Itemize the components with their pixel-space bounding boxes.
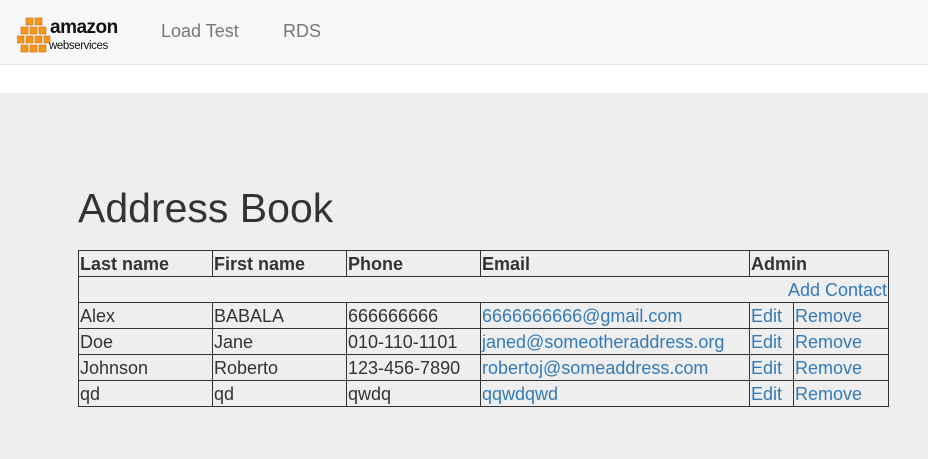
aws-logo[interactable]: amazon webservices bbox=[17, 16, 123, 58]
top-navbar: amazon webservices Load Test RDS bbox=[0, 0, 928, 65]
cell-email: qqwdqwd bbox=[480, 380, 750, 407]
cell-last-name: Doe bbox=[78, 328, 213, 355]
add-contact-link[interactable]: Add Contact bbox=[788, 280, 887, 300]
cell-email: janed@someotheraddress.org bbox=[480, 328, 750, 355]
cell-remove: Remove bbox=[793, 328, 889, 355]
cell-first-name: qd bbox=[212, 380, 347, 407]
cell-edit: Edit bbox=[749, 380, 794, 407]
header-first-name: First name bbox=[212, 250, 347, 277]
email-link[interactable]: 6666666666@gmail.com bbox=[482, 306, 682, 326]
address-table: Last name First name Phone Email Admin A… bbox=[78, 250, 889, 407]
edit-link[interactable]: Edit bbox=[751, 332, 782, 352]
cell-last-name: qd bbox=[78, 380, 213, 407]
email-link[interactable]: janed@someotheraddress.org bbox=[482, 332, 724, 352]
table-row: Doe Jane 010-110-1101 janed@someotheradd… bbox=[78, 328, 889, 355]
nav-link-load-test[interactable]: Load Test bbox=[161, 20, 239, 42]
cell-phone: qwdq bbox=[346, 380, 481, 407]
cell-first-name: BABALA bbox=[212, 302, 347, 329]
page-title: Address Book bbox=[78, 185, 334, 231]
header-email: Email bbox=[480, 250, 750, 277]
table-header-row: Last name First name Phone Email Admin bbox=[78, 250, 889, 277]
cell-phone: 123-456-7890 bbox=[346, 354, 481, 381]
cell-remove: Remove bbox=[793, 380, 889, 407]
cell-phone: 666666666 bbox=[346, 302, 481, 329]
cell-remove: Remove bbox=[793, 302, 889, 329]
edit-link[interactable]: Edit bbox=[751, 358, 782, 378]
logo-wordmark: amazon bbox=[50, 17, 118, 38]
logo-subtext: webservices bbox=[49, 40, 108, 52]
nav-link-rds[interactable]: RDS bbox=[283, 20, 321, 42]
cell-remove: Remove bbox=[793, 354, 889, 381]
header-admin: Admin bbox=[749, 250, 889, 277]
email-link[interactable]: robertoj@someaddress.com bbox=[482, 358, 708, 378]
cell-edit: Edit bbox=[749, 302, 794, 329]
remove-link[interactable]: Remove bbox=[795, 332, 862, 352]
cell-last-name: Johnson bbox=[78, 354, 213, 381]
add-contact-row: Add Contact bbox=[78, 276, 889, 303]
cell-email: 6666666666@gmail.com bbox=[480, 302, 750, 329]
remove-link[interactable]: Remove bbox=[795, 306, 862, 326]
cell-last-name: Alex bbox=[78, 302, 213, 329]
cell-edit: Edit bbox=[749, 328, 794, 355]
header-phone: Phone bbox=[346, 250, 481, 277]
cell-edit: Edit bbox=[749, 354, 794, 381]
edit-link[interactable]: Edit bbox=[751, 306, 782, 326]
remove-link[interactable]: Remove bbox=[795, 358, 862, 378]
cell-email: robertoj@someaddress.com bbox=[480, 354, 750, 381]
cell-phone: 010-110-1101 bbox=[346, 328, 481, 355]
add-contact-cell: Add Contact bbox=[78, 276, 889, 303]
email-link[interactable]: qqwdqwd bbox=[482, 384, 558, 404]
aws-cubes-icon bbox=[17, 17, 51, 53]
header-last-name: Last name bbox=[78, 250, 213, 277]
header-spacer bbox=[0, 65, 928, 93]
cell-first-name: Roberto bbox=[212, 354, 347, 381]
cell-first-name: Jane bbox=[212, 328, 347, 355]
table-row: Johnson Roberto 123-456-7890 robertoj@so… bbox=[78, 354, 889, 381]
table-row: Alex BABALA 666666666 6666666666@gmail.c… bbox=[78, 302, 889, 329]
table-row: qd qd qwdq qqwdqwd Edit Remove bbox=[78, 380, 889, 407]
remove-link[interactable]: Remove bbox=[795, 384, 862, 404]
edit-link[interactable]: Edit bbox=[751, 384, 782, 404]
